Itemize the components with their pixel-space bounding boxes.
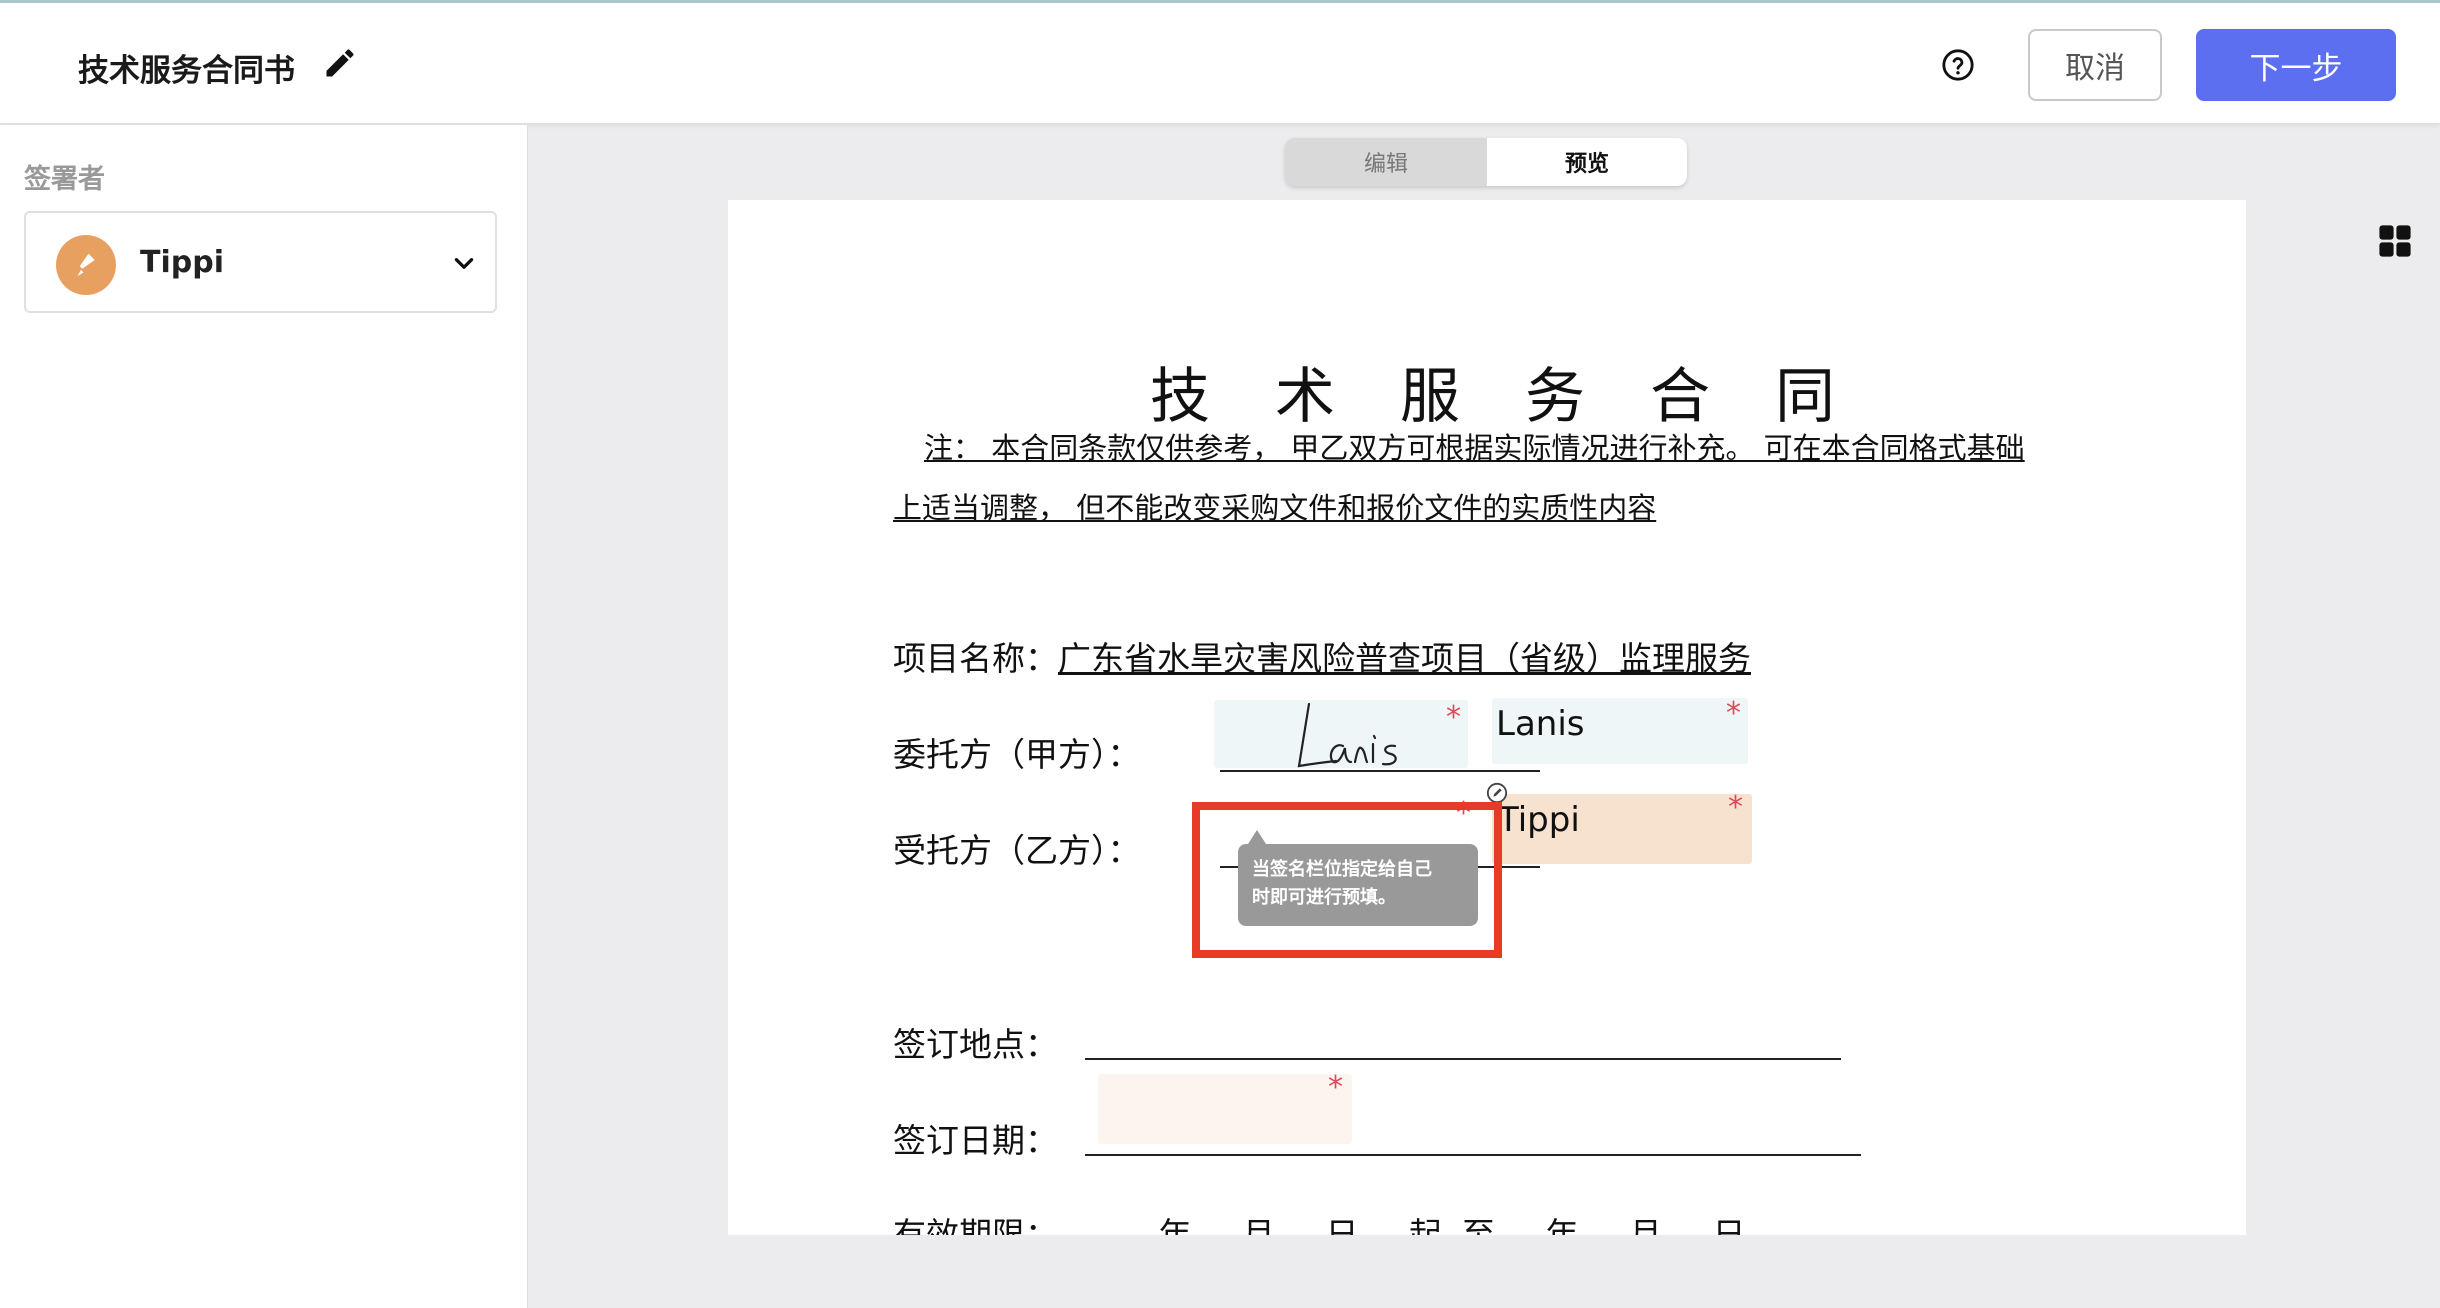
required-marker: * [1328, 1070, 1343, 1105]
pen-avatar-icon [77, 253, 95, 277]
tab-preview[interactable]: 预览 [1487, 138, 1687, 186]
signer-name: Tippi [140, 245, 224, 280]
help-icon[interactable] [1941, 48, 1975, 82]
header-bar: 技术服务合同书 取消 下一步 [0, 3, 2440, 124]
signer-dropdown[interactable]: Tippi [24, 211, 497, 313]
highlight-box [1192, 802, 1502, 958]
note-line-1: 注： 本合同条款仅供参考， 甲乙双方可根据实际情况进行补充。 可在本合同格式基础 [924, 431, 2025, 465]
sign-date-field[interactable] [1098, 1074, 1352, 1144]
note-line-2: 上适当调整， 但不能改变采购文件和报价文件的实质性内容 [893, 491, 1657, 525]
validity-label: 有效期限： [893, 1215, 1058, 1235]
validity-text: 年 月 日 起至 年 月 日 [1158, 1215, 1766, 1235]
project-row: 项目名称：广东省水旱灾害风险普查项目（省级）监理服务 [893, 632, 1751, 680]
next-step-button[interactable]: 下一步 [2196, 29, 2396, 101]
required-marker: * [1446, 700, 1461, 735]
sign-place-label: 签订地点： [893, 1025, 1058, 1064]
project-label: 项目名称： [893, 639, 1058, 678]
signer-sidebar: 签署者 Tippi [0, 125, 528, 1308]
signer-section-label: 签署者 [24, 164, 105, 195]
handwritten-signature-lanis [1297, 702, 1397, 768]
required-marker: * [1728, 790, 1743, 825]
pencil-edit-icon[interactable] [322, 45, 358, 81]
party-a-name: Lanis [1496, 704, 1585, 744]
sign-place-line [1085, 1058, 1841, 1060]
document-page: 技术服务合同 注： 本合同条款仅供参考， 甲乙双方可根据实际情况进行补充。 可在… [728, 200, 2246, 1235]
signer-avatar [56, 235, 116, 295]
project-value: 广东省水旱灾害风险普查项目（省级）监理服务 [1058, 639, 1751, 678]
small-edit-icon[interactable] [1486, 782, 1508, 804]
party-a-label: 委托方（甲方）： [893, 735, 1141, 774]
chevron-down-icon [454, 258, 474, 269]
grid-view-icon[interactable] [2378, 224, 2412, 258]
cancel-button[interactable]: 取消 [2028, 29, 2162, 101]
party-b-name: Tippi [1498, 800, 1580, 840]
tab-edit[interactable]: 编辑 [1285, 138, 1487, 186]
party-b-label: 受托方（乙方）： [893, 831, 1141, 870]
document-title: 技术服务合同书 [78, 53, 295, 89]
view-mode-toggle: 编辑 预览 [1285, 138, 1687, 186]
validity-row: 有效期限： 年 月 日 起至 年 月 日 [893, 1208, 1765, 1235]
sign-date-label: 签订日期： [893, 1121, 1058, 1160]
sign-date-line [1085, 1154, 1861, 1156]
contract-title: 技术服务合同 [1150, 362, 1900, 432]
required-marker: * [1726, 696, 1741, 731]
